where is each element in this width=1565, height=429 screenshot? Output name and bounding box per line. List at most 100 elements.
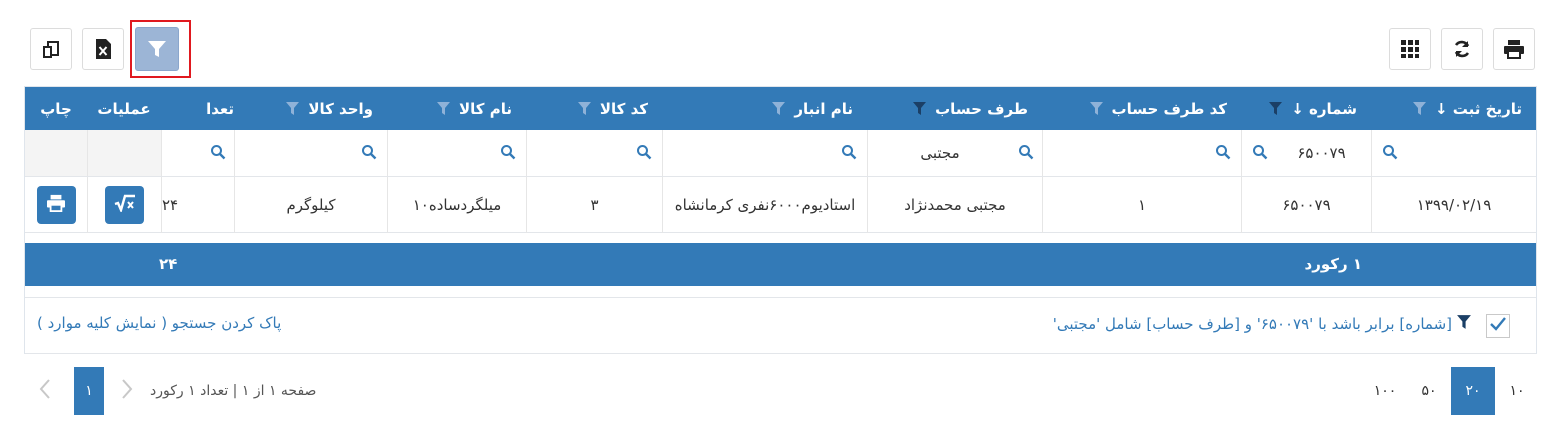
column-header-warehouse[interactable]: نام انبار — [662, 87, 867, 130]
grid-icon — [1400, 39, 1420, 59]
refresh-icon — [1452, 39, 1472, 59]
filter-cell-unit[interactable] — [234, 130, 387, 176]
sqrt-icon — [114, 194, 136, 216]
search-icon — [841, 144, 857, 164]
grid-header: تاریخ ثبت ↓ شماره ↓ کد طرف حساب طرف حساب… — [25, 87, 1536, 130]
column-label: کد طرف حساب — [1111, 99, 1228, 118]
print-button[interactable] — [1493, 28, 1535, 70]
column-filter-icon[interactable] — [577, 101, 592, 116]
page-size-option-selected[interactable]: ۲۰ — [1451, 367, 1495, 415]
print-icon — [1503, 39, 1525, 59]
page-size-selector: ۱۰ ۲۰ ۵۰ ۱۰۰ — [1363, 367, 1539, 415]
next-page-button[interactable] — [30, 367, 60, 415]
column-label: طرف حساب — [935, 99, 1028, 118]
filter-cell-warehouse[interactable] — [662, 130, 867, 176]
filter-expression[interactable]: [شماره] برابر باشد با '۶۵۰۰۷۹' و [طرف حس… — [1053, 314, 1472, 334]
data-grid: تاریخ ثبت ↓ شماره ↓ کد طرف حساب طرف حساب… — [24, 86, 1537, 354]
cell-party-code: ۱ — [1042, 177, 1241, 233]
filter-cell-qty[interactable] — [161, 130, 234, 176]
filter-expression-text: [شماره] برابر باشد با '۶۵۰۰۷۹' و [طرف حس… — [1052, 315, 1452, 333]
prev-page-button[interactable] — [112, 367, 142, 415]
filter-row: ۶۵۰۰۷۹ مجتبی — [25, 130, 1536, 177]
cell-item-code: ۳ — [526, 177, 662, 233]
chevron-right-icon — [121, 378, 133, 404]
highlight-box — [130, 20, 191, 78]
filter-value: ۶۵۰۰۷۹ — [1297, 144, 1346, 162]
column-label: کد کالا — [599, 99, 648, 118]
column-filter-icon[interactable] — [1089, 101, 1104, 116]
cell-qty: ۲۴ — [161, 177, 234, 233]
filter-cell-item-code[interactable] — [526, 130, 662, 176]
chevron-left-icon — [39, 378, 51, 404]
column-chooser-button[interactable] — [1389, 28, 1431, 70]
cell-operations — [87, 177, 161, 233]
filter-cell-date[interactable] — [1371, 130, 1536, 176]
column-header-item-code[interactable]: کد کالا — [526, 87, 662, 130]
cell-item-name: میلگردساده۱۰ — [387, 177, 526, 233]
column-label: نام کالا — [458, 99, 512, 118]
column-filter-icon[interactable] — [285, 101, 300, 116]
column-header-qty[interactable]: تعدا — [161, 87, 234, 130]
excel-icon — [94, 38, 112, 60]
summary-records: ۱ رکورد — [1304, 255, 1362, 273]
column-header-number[interactable]: شماره ↓ — [1241, 87, 1371, 130]
clear-search-link[interactable]: پاک کردن جستجو ( نمایش کلیه موارد ) — [37, 314, 281, 332]
filter-cell-operations — [87, 130, 161, 176]
column-label: تاریخ ثبت ↓ — [1435, 99, 1522, 118]
summary-row: ۲۴ ۱ رکورد — [25, 243, 1536, 286]
column-label: تعدا — [206, 99, 234, 118]
filter-value: مجتبی — [920, 144, 960, 162]
page-size-option[interactable]: ۵۰ — [1407, 367, 1451, 415]
column-header-party[interactable]: طرف حساب — [867, 87, 1042, 130]
page-size-option[interactable]: ۱۰۰ — [1363, 367, 1407, 415]
column-label: شماره ↓ — [1291, 99, 1357, 118]
search-icon — [1018, 144, 1034, 164]
print-icon — [46, 194, 66, 216]
filter-cell-number[interactable]: ۶۵۰۰۷۹ — [1241, 130, 1371, 176]
operations-button[interactable] — [105, 186, 144, 224]
page-size-option[interactable]: ۱۰ — [1495, 367, 1539, 415]
filter-panel: [شماره] برابر باشد با '۶۵۰۰۷۹' و [طرف حس… — [25, 297, 1536, 354]
cell-warehouse: استادیوم۶۰۰۰نفری کرمانشاه — [662, 177, 867, 233]
column-header-date[interactable]: تاریخ ثبت ↓ — [1371, 87, 1536, 130]
search-icon — [1382, 144, 1398, 164]
table-row[interactable]: ۱۳۹۹/۰۲/۱۹ ۶۵۰۰۷۹ ۱ مجتبی محمدنژاد استاد… — [25, 177, 1536, 233]
current-page[interactable]: ۱ — [74, 367, 104, 415]
column-header-print: چاپ — [25, 87, 87, 130]
column-filter-icon[interactable] — [1268, 101, 1283, 116]
cell-date: ۱۳۹۹/۰۲/۱۹ — [1371, 177, 1536, 233]
cell-party: مجتبی محمدنژاد — [867, 177, 1042, 233]
search-icon — [636, 144, 652, 164]
filter-cell-print — [25, 130, 87, 176]
copy-button[interactable] — [30, 28, 72, 70]
filter-icon — [1456, 314, 1472, 334]
column-filter-icon[interactable] — [1412, 101, 1427, 116]
column-label: عملیات — [97, 99, 151, 118]
cell-print — [25, 177, 87, 233]
search-icon — [1252, 144, 1268, 164]
filter-enable-checkbox[interactable] — [1486, 314, 1510, 338]
search-icon — [500, 144, 516, 164]
column-header-party-code[interactable]: کد طرف حساب — [1042, 87, 1241, 130]
column-label: نام انبار — [794, 99, 853, 118]
export-excel-button[interactable] — [82, 28, 124, 70]
search-icon — [361, 144, 377, 164]
filter-cell-party[interactable]: مجتبی — [867, 130, 1042, 176]
column-filter-icon[interactable] — [912, 101, 927, 116]
column-filter-icon[interactable] — [436, 101, 451, 116]
refresh-button[interactable] — [1441, 28, 1483, 70]
checkmark-icon — [1489, 316, 1507, 336]
column-header-unit[interactable]: واحد کالا — [234, 87, 387, 130]
search-icon — [1215, 144, 1231, 164]
column-filter-icon[interactable] — [771, 101, 786, 116]
pager-info: صفحه ۱ از ۱ | تعداد ۱ رکورد — [150, 383, 317, 399]
column-label: چاپ — [40, 99, 72, 118]
column-header-item-name[interactable]: نام کالا — [387, 87, 526, 130]
column-label: واحد کالا — [308, 99, 373, 118]
copy-icon — [41, 39, 61, 59]
filter-cell-item-name[interactable] — [387, 130, 526, 176]
filter-cell-party-code[interactable] — [1042, 130, 1241, 176]
cell-number: ۶۵۰۰۷۹ — [1241, 177, 1371, 233]
summary-total: ۲۴ — [159, 255, 178, 273]
row-print-button[interactable] — [36, 186, 76, 224]
